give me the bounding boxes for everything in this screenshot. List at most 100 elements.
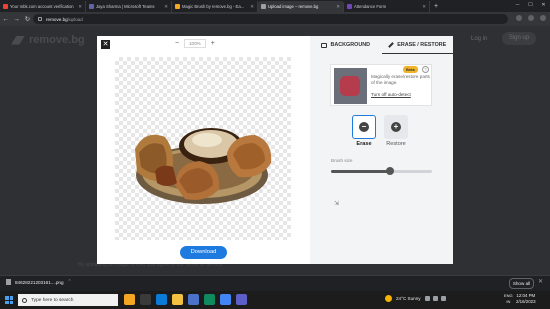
taskbar-apps xyxy=(124,294,247,305)
sidebar-tabs: BACKGROUND ERASE / RESTORE xyxy=(310,36,453,54)
browser-tab-label: Attendance Form xyxy=(354,4,387,9)
tray-icons xyxy=(424,296,446,301)
store-icon[interactable] xyxy=(188,294,199,305)
close-tab-icon[interactable]: ✕ xyxy=(164,4,168,10)
browser-tab-label: Magic Brush by remove.bg - Ea... xyxy=(182,4,245,9)
signup-button[interactable]: Sign up xyxy=(502,32,536,45)
brush-icon xyxy=(388,41,395,48)
back-icon[interactable]: ← xyxy=(0,16,11,23)
logo-mark-icon xyxy=(11,35,25,45)
browser-tab-label: Jaya Sharma | Microsoft Teams xyxy=(96,4,155,9)
download-item[interactable]: 84628221203161....png ⌃ xyxy=(6,279,72,285)
food-app-icon[interactable] xyxy=(124,294,135,305)
zoom-out-button[interactable]: − xyxy=(172,40,182,47)
close-tab-icon[interactable]: ✕ xyxy=(250,4,254,10)
erase-label: Erase xyxy=(356,141,372,147)
close-tab-icon[interactable]: ✕ xyxy=(78,4,82,10)
window-controls: ─ ☐ ✕ xyxy=(511,0,550,10)
lock-icon xyxy=(38,17,42,21)
edge-icon[interactable] xyxy=(156,294,167,305)
editor-modal: ✕ − 100% + Download BACKGROUND ERASE / R… xyxy=(97,36,453,264)
browser-tab[interactable]: Your mbk.com account verification ✕ xyxy=(0,1,86,12)
close-button[interactable]: ✕ xyxy=(101,40,110,49)
chrome-icon[interactable] xyxy=(220,294,231,305)
restore-button[interactable]: + xyxy=(384,115,408,139)
gmail-icon xyxy=(3,4,8,9)
browser-tab[interactable]: Jaya Sharma | Microsoft Teams ✕ xyxy=(86,1,172,12)
form-icon xyxy=(347,4,352,9)
download-button[interactable]: Download xyxy=(180,246,227,259)
tab-background-label: BACKGROUND xyxy=(330,42,371,48)
address-bar: ← → ↻ remove.bg/upload xyxy=(0,12,550,26)
plus-icon: + xyxy=(391,122,401,132)
teams-icon xyxy=(89,4,94,9)
close-tab-icon[interactable]: ✕ xyxy=(422,4,426,10)
menu-icon[interactable] xyxy=(540,15,546,21)
restore-label: Restore xyxy=(386,141,406,147)
windows-taskbar: Type here to search 24°C Sunny ENG IN 12… xyxy=(0,291,550,309)
weather-sun-icon xyxy=(385,295,392,302)
magic-brush-preview xyxy=(334,68,367,104)
file-explorer-icon[interactable] xyxy=(172,294,183,305)
browser-tab-label: Your mbk.com account verification xyxy=(10,4,74,9)
erase-button[interactable]: − xyxy=(352,115,376,139)
close-downloads-icon[interactable]: ✕ xyxy=(538,278,543,285)
minimize-icon[interactable]: ─ xyxy=(511,0,524,10)
show-all-button[interactable]: Show all xyxy=(509,278,534,289)
taskbar-search-placeholder: Type here to search xyxy=(31,297,74,303)
extensions-icon[interactable] xyxy=(516,15,522,21)
browser-tab[interactable]: Magic Brush by remove.bg - Ea... ✕ xyxy=(172,1,258,12)
teams-taskbar-icon[interactable] xyxy=(236,294,247,305)
search-icon xyxy=(22,297,27,303)
download-filename: 84628221203161....png xyxy=(15,279,64,285)
slider-knob[interactable] xyxy=(385,167,394,175)
site-logo[interactable]: remove.bg xyxy=(11,34,85,46)
language-indicator[interactable]: ENG IN xyxy=(504,293,513,305)
reload-icon[interactable]: ↻ xyxy=(22,15,33,23)
magic-brush-card: Beta ? Magically erase/restore parts of … xyxy=(330,64,432,106)
xbox-icon[interactable] xyxy=(204,294,215,305)
file-icon xyxy=(6,279,11,285)
browser-tab-label: Upload image – remove.bg xyxy=(268,4,319,9)
removebg-icon xyxy=(261,4,266,9)
zoom-value: 100% xyxy=(184,39,206,48)
slider-fill xyxy=(331,169,390,173)
chevron-up-icon[interactable]: ⌃ xyxy=(68,279,72,285)
zoom-controls: − 100% + xyxy=(172,39,218,48)
help-icon[interactable]: ? xyxy=(422,66,429,73)
forward-icon[interactable]: → xyxy=(11,16,22,23)
edit-sidebar: BACKGROUND ERASE / RESTORE Beta ? Magica… xyxy=(310,36,453,264)
weather-text[interactable]: 24°C Sunny xyxy=(396,296,421,301)
tab-erase-restore[interactable]: ERASE / RESTORE xyxy=(381,36,453,54)
minus-icon: − xyxy=(359,122,369,132)
login-link[interactable]: Log in xyxy=(471,36,487,42)
browser-toolbar-icons xyxy=(516,15,546,21)
maximize-icon[interactable]: ☐ xyxy=(524,0,537,10)
food-plate-image xyxy=(135,128,272,204)
taskbar-search-input[interactable]: Type here to search xyxy=(18,294,118,306)
url-input[interactable]: remove.bg/upload xyxy=(33,14,508,24)
auto-detect-toggle-link[interactable]: Turn off auto-detect xyxy=(371,92,411,97)
brush-size-label: Brush size xyxy=(331,158,353,163)
windows-start-icon[interactable] xyxy=(5,296,13,304)
image-canvas[interactable] xyxy=(115,57,291,240)
system-tray: 24°C Sunny xyxy=(385,295,446,302)
browser-tab[interactable]: Upload image – remove.bg ✕ xyxy=(258,1,344,12)
tab-background[interactable]: BACKGROUND xyxy=(310,36,382,54)
taskbar-clock[interactable]: 12:04 PM 2/16/2023 xyxy=(516,293,536,305)
new-tab-button[interactable]: + xyxy=(430,1,442,12)
tab-erase-restore-label: ERASE / RESTORE xyxy=(397,41,447,48)
url-text: remove.bg/upload xyxy=(46,16,83,22)
task-view-icon[interactable] xyxy=(140,294,151,305)
network-icon[interactable] xyxy=(432,296,438,301)
browser-tab[interactable]: Attendance Form ✕ xyxy=(344,1,430,12)
chevron-up-tray-icon[interactable] xyxy=(424,296,430,301)
zoom-in-button[interactable]: + xyxy=(208,40,218,47)
downloads-bar: 84628221203161....png ⌃ Show all ✕ xyxy=(0,275,550,291)
close-window-icon[interactable]: ✕ xyxy=(537,0,550,10)
volume-icon[interactable] xyxy=(440,296,446,301)
close-tab-icon[interactable]: ✕ xyxy=(336,4,340,10)
profile-avatar[interactable] xyxy=(528,15,534,21)
brush-size-slider[interactable] xyxy=(331,167,432,175)
magic-brush-icon xyxy=(175,4,180,9)
